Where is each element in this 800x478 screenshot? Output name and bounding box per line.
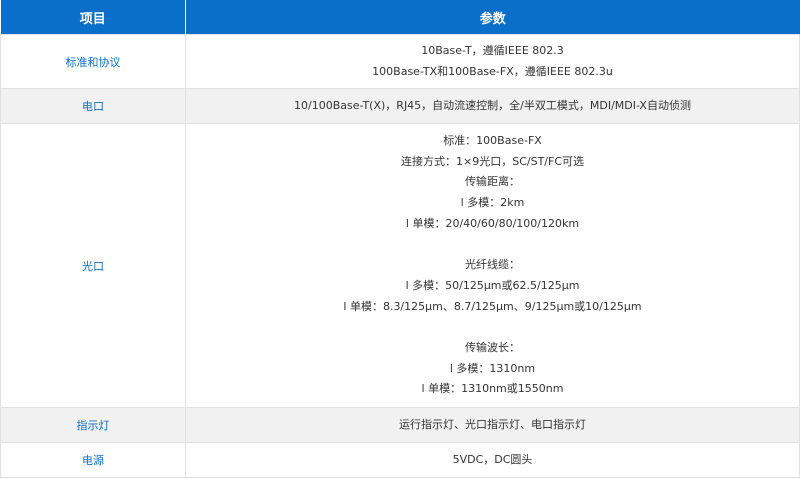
value-line: l 单模：1310nm或1550nm (421, 382, 564, 396)
value-line: 100Base-TX和100Base-FX，遵循IEEE 802.3u (372, 64, 613, 78)
value-line: 传输距离： (465, 175, 520, 189)
row-label: 指示灯 (0, 407, 186, 443)
table-body: 标准和协议 10Base-T，遵循IEEE 802.3 100Base-TX和100… (0, 34, 800, 478)
row-value: 标准：100Base-FX 连接方式：1×9光口，SC/ST/FC可选 传输距离： l… (185, 123, 800, 408)
value-line: l 多模：1310nm (449, 361, 536, 375)
row-value: 10/100Base-T(X)，RJ45，自动流速控制，全/半双工模式，MDI/… (185, 88, 800, 124)
table-row: 光口 标准：100Base-FX 连接方式：1×9光口，SC/ST/FC可选 传输距离… (0, 123, 800, 408)
value-line: 运行指示灯、光口指示灯、电口指示灯 (399, 417, 586, 431)
table-header-row: 项目 参数 (0, 0, 800, 35)
table-row: 电口 10/100Base-T(X)，RJ45，自动流速控制，全/半双工模式，MD… (0, 88, 800, 124)
row-label: 电源 (0, 442, 186, 478)
value-line: 10Base-T，遵循IEEE 802.3 (421, 43, 564, 57)
row-label: 电口 (0, 88, 186, 124)
value-line: 10/100Base-T(X)，RJ45，自动流速控制，全/半双工模式，MDI/… (294, 98, 691, 112)
value-line: l 单模：20/40/60/80/100/120km (405, 216, 580, 230)
value-line: l 多模：2km (460, 196, 525, 210)
value-line: 标准：100Base-FX (443, 134, 542, 148)
table-row: 标准和协议 10Base-T，遵循IEEE 802.3 100Base-TX和100… (0, 34, 800, 89)
table-row: 电源 5VDC，DC圆头 (0, 442, 800, 478)
row-label: 标准和协议 (0, 34, 186, 89)
header-param: 参数 (185, 0, 800, 35)
row-value: 运行指示灯、光口指示灯、电口指示灯 (185, 407, 800, 443)
header-item: 项目 (0, 0, 186, 35)
row-label: 光口 (0, 123, 186, 408)
row-value: 5VDC，DC圆头 (185, 442, 800, 478)
value-line: 传输波长： (465, 340, 520, 354)
value-line: 光纤线缆： (465, 258, 520, 272)
value-line: 连接方式：1×9光口，SC/ST/FC可选 (401, 154, 584, 168)
table-row: 指示灯 运行指示灯、光口指示灯、电口指示灯 (0, 407, 800, 443)
value-line (186, 317, 799, 338)
spec-table: 项目 参数 标准和协议 10Base-T，遵循IEEE 802.3 100Base-… (0, 0, 800, 478)
value-line: l 多模：50/125μm或62.5/125μm (405, 278, 580, 292)
value-line: 5VDC，DC圆头 (452, 452, 533, 466)
value-line (186, 234, 799, 255)
row-value: 10Base-T，遵循IEEE 802.3 100Base-TX和100Base-… (185, 34, 800, 89)
value-line: l 单模：8.3/125μm、8.7/125μm、9/125μm或10/125μ… (343, 299, 642, 313)
